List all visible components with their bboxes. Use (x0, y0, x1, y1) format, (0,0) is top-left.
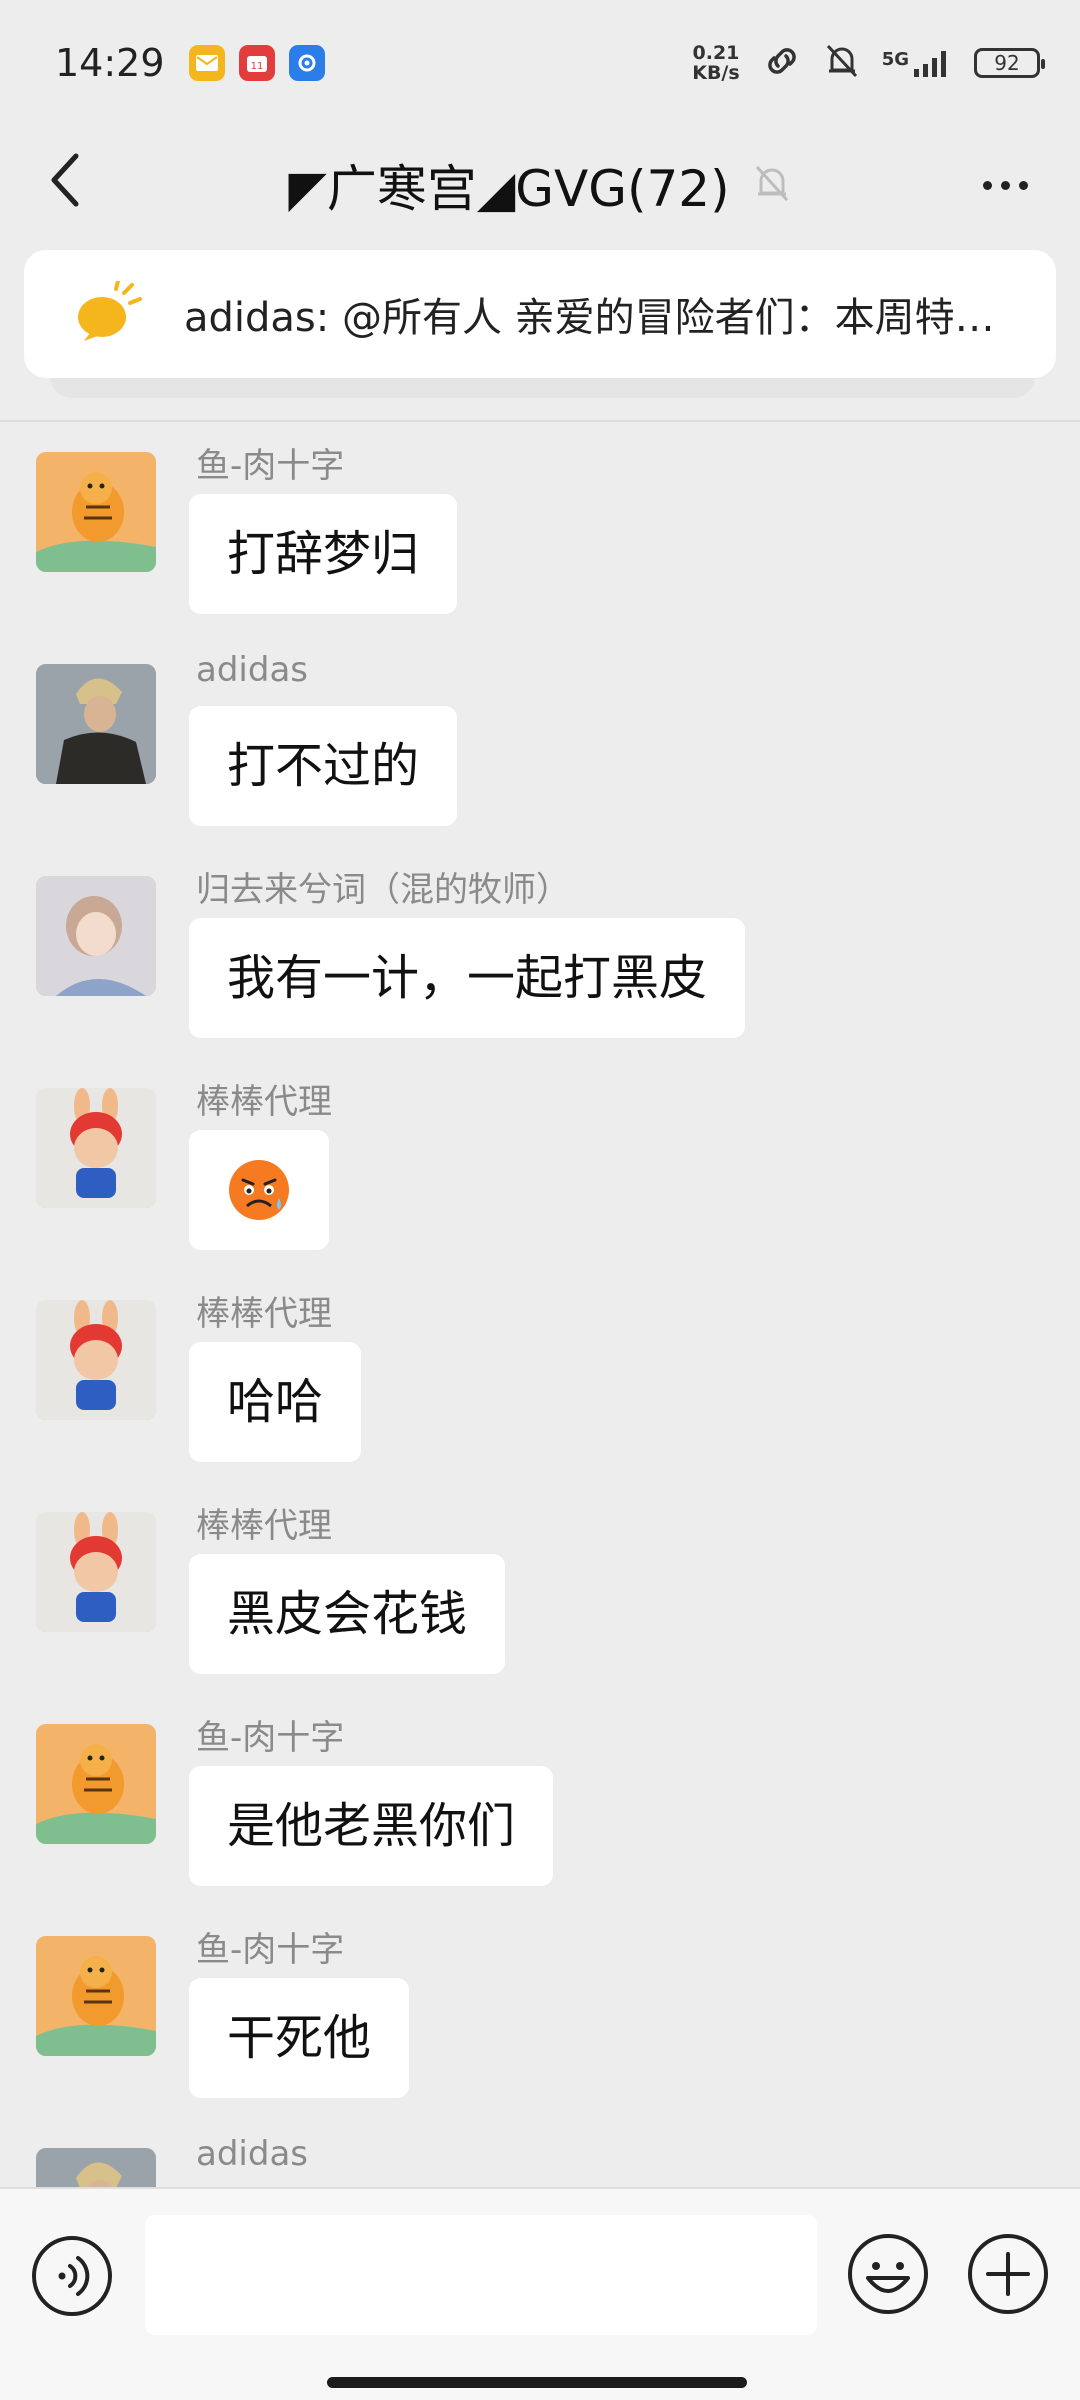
message-row: 鱼-肉十字 是他老黑你们 (36, 1710, 1036, 1910)
soldier-avatar-icon (36, 664, 156, 784)
more-dot-icon (1018, 180, 1028, 190)
announcement-megaphone-icon (72, 279, 144, 347)
muted-bell-icon (752, 162, 792, 208)
more-options-button[interactable] (970, 155, 1040, 215)
sender-name: 棒棒代理 (196, 1506, 332, 1546)
signal-icon: 5G (882, 49, 952, 77)
more-dot-icon (1000, 180, 1010, 190)
message-row: 棒棒代理 (36, 1074, 1036, 1274)
voice-input-button[interactable] (30, 2234, 114, 2318)
sender-name: 鱼-肉十字 (196, 446, 345, 486)
svg-text:11: 11 (250, 61, 263, 72)
avatar[interactable] (36, 876, 156, 996)
hotspot-link-icon (762, 46, 802, 80)
home-indicator[interactable] (327, 2377, 747, 2388)
sender-name: adidas (196, 650, 308, 690)
sender-name: 鱼-肉十字 (196, 1718, 345, 1758)
avatar[interactable] (36, 664, 156, 784)
mute-bell-icon (824, 42, 860, 84)
tiger-avatar-icon (36, 452, 156, 572)
message-row: 归去来兮词（混的牧师） 我有一计，一起打黑皮 (36, 862, 1036, 1062)
tiger-avatar-icon (36, 1936, 156, 2056)
status-time: 14:29 (55, 40, 165, 85)
smiley-icon (848, 2234, 928, 2314)
back-arrow-icon (51, 153, 79, 207)
network-speed: 0.21 KB/s (692, 43, 739, 83)
avatar[interactable] (36, 452, 156, 572)
plus-icon (968, 2234, 1048, 2314)
message-bubble[interactable] (189, 1130, 329, 1250)
message-row: 鱼-肉十字 干死他 (36, 1922, 1036, 2122)
soldier-avatar-icon (36, 2148, 156, 2187)
chat-title: ◤广寒宫◢GVG(72) (288, 160, 730, 218)
message-row: 鱼-肉十字 打辞梦归 (36, 438, 1036, 638)
network-speed-value: 0.21 (692, 41, 740, 64)
battery-level: 92 (994, 50, 1020, 75)
message-row: 棒棒代理 哈哈 (36, 1286, 1036, 1486)
network-type: 5G (881, 48, 909, 70)
avatar[interactable] (36, 1936, 156, 2056)
message-row: adidas 打不过的 (36, 650, 1036, 850)
emoji-button[interactable] (846, 2232, 930, 2316)
tiger-avatar-icon (36, 1724, 156, 1844)
status-right: 0.21 KB/s 5G 92 (692, 42, 1045, 84)
sender-name: 棒棒代理 (196, 1082, 332, 1122)
sender-name: 归去来兮词（混的牧师） (196, 870, 570, 910)
title-wrap: ◤广寒宫◢GVG(72) (288, 149, 791, 221)
header-divider (0, 420, 1080, 422)
message-row: 棒棒代理 黑皮会花钱 (36, 1498, 1036, 1698)
anime-avatar-icon (36, 876, 156, 996)
status-left: 14:29 11 (55, 41, 325, 85)
sender-name: 鱼-肉十字 (196, 1930, 345, 1970)
message-bubble[interactable]: 打辞梦归 (189, 494, 458, 614)
group-announcement[interactable]: adidas: @所有人 亲爱的冒险者们：本周特… (24, 250, 1056, 378)
mario-bunny-avatar-icon (36, 1088, 156, 1208)
message-bubble[interactable]: 黑皮会花钱 (189, 1554, 506, 1674)
avatar[interactable] (36, 1512, 156, 1632)
message-bubble[interactable]: 哈哈 (189, 1342, 362, 1462)
message-bubble[interactable]: 打不过的 (189, 706, 458, 826)
more-actions-button[interactable] (966, 2232, 1050, 2316)
more-dot-icon (982, 180, 992, 190)
message-bubble[interactable]: 干死他 (189, 1978, 410, 2098)
message-input[interactable] (145, 2215, 817, 2335)
mario-bunny-avatar-icon (36, 1512, 156, 1632)
message-bubble[interactable]: 是他老黑你们 (189, 1766, 554, 1886)
avatar[interactable] (36, 1300, 156, 1420)
mario-bunny-avatar-icon (36, 1300, 156, 1420)
status-bar: 14:29 11 0.21 KB/s 5G 92 (0, 0, 1080, 125)
input-bar (0, 2187, 1080, 2400)
sweat-angry-face-icon (229, 1160, 289, 1220)
avatar[interactable] (36, 1088, 156, 1208)
chat-header: ◤广寒宫◢GVG(72) (0, 125, 1080, 245)
back-button[interactable] (40, 145, 90, 215)
announcement-text: adidas: @所有人 亲爱的冒险者们：本周特… (184, 295, 995, 341)
avatar[interactable] (36, 2148, 156, 2187)
battery-indicator: 92 (974, 47, 1045, 78)
sender-name: 棒棒代理 (196, 1294, 332, 1334)
shopping-app-icon: 11 (238, 44, 275, 81)
sender-name: adidas (196, 2134, 308, 2174)
voice-icon (32, 2236, 112, 2316)
message-bubble[interactable]: 我有一计，一起打黑皮 (189, 918, 746, 1038)
mail-app-icon (188, 44, 225, 81)
avatar[interactable] (36, 1724, 156, 1844)
link-app-icon (288, 44, 325, 81)
message-row: adidas (36, 2134, 1036, 2187)
network-speed-unit: KB/s (692, 61, 740, 84)
